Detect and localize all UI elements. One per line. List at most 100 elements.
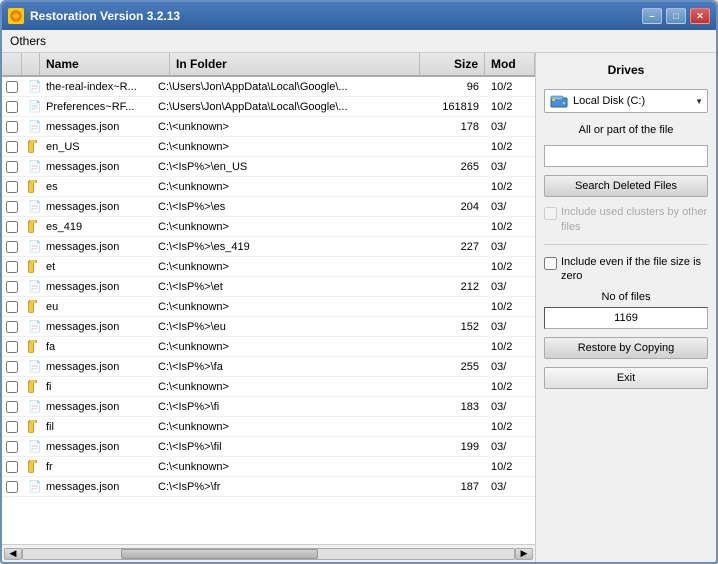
table-row[interactable]: euC:\<unknown>10/2 [2,297,535,317]
col-size-header[interactable]: Size [420,53,485,75]
cell-folder: C:\Users\Jon\AppData\Local\Google\... [152,100,420,114]
table-row[interactable]: faC:\<unknown>10/2 [2,337,535,357]
cell-mod: 03/ [485,440,535,454]
cell-size: 178 [420,120,485,134]
row-checkbox[interactable] [6,201,18,213]
cell-mod: 10/2 [485,420,535,434]
folder-icon [28,221,34,233]
menu-others[interactable]: Others [10,34,46,48]
include-used-clusters-label: Include used clusters by other files [561,205,708,234]
table-row[interactable]: es_419C:\<unknown>10/2 [2,217,535,237]
table-row[interactable]: 📄messages.jsonC:\<IsP%>\eu15203/ [2,317,535,337]
cell-name: messages.json [40,280,152,294]
row-checkbox[interactable] [6,421,18,433]
cell-folder: C:\<unknown> [152,460,420,474]
h-scrollbar-track[interactable] [22,548,515,560]
cell-size [420,426,485,428]
row-checkbox[interactable] [6,261,18,273]
table-row[interactable]: 📄messages.jsonC:\<IsP%>\fa25503/ [2,357,535,377]
table-row[interactable]: 📄messages.jsonC:\<IsP%>\fr18703/ [2,477,535,497]
row-checkbox[interactable] [6,381,18,393]
table-row[interactable]: 📄messages.jsonC:\<IsP%>\fil19903/ [2,437,535,457]
window-controls: – □ ✕ [642,8,710,24]
table-row[interactable]: etC:\<unknown>10/2 [2,257,535,277]
table-row[interactable]: frC:\<unknown>10/2 [2,457,535,477]
row-checkbox[interactable] [6,461,18,473]
cell-mod: 03/ [485,240,535,254]
include-zero-size-checkbox[interactable] [544,257,557,270]
row-checkbox[interactable] [6,141,18,153]
folder-icon [28,341,34,353]
scroll-right-btn[interactable]: ▶ [515,548,533,560]
cell-name: messages.json [40,320,152,334]
row-checkbox[interactable] [6,161,18,173]
table-row[interactable]: 📄Preferences~RF...C:\Users\Jon\AppData\L… [2,97,535,117]
row-checkbox[interactable] [6,241,18,253]
file-icon: 📄 [28,280,40,294]
cell-name: messages.json [40,400,152,414]
content-area: Name In Folder Size Mod 📄the-real-index~… [2,53,716,562]
col-folder-header[interactable]: In Folder [170,53,420,75]
row-checkbox[interactable] [6,221,18,233]
cell-name: fr [40,460,152,474]
row-checkbox[interactable] [6,321,18,333]
table-row[interactable]: esC:\<unknown>10/2 [2,177,535,197]
table-row[interactable]: filC:\<unknown>10/2 [2,417,535,437]
col-mod-header[interactable]: Mod [485,53,535,75]
minimize-button[interactable]: – [642,8,662,24]
cell-size: 212 [420,280,485,294]
table-row[interactable]: 📄the-real-index~R...C:\Users\Jon\AppData… [2,77,535,97]
table-row[interactable]: 📄messages.jsonC:\<unknown>17803/ [2,117,535,137]
maximize-button[interactable]: □ [666,8,686,24]
search-deleted-files-button[interactable]: Search Deleted Files [544,175,708,197]
table-row[interactable]: 📄messages.jsonC:\<IsP%>\es_41922703/ [2,237,535,257]
main-window: Restoration Version 3.2.13 – □ ✕ Others … [0,0,718,564]
exit-button[interactable]: Exit [544,367,708,389]
table-body[interactable]: 📄the-real-index~R...C:\Users\Jon\AppData… [2,77,535,544]
scroll-left-btn[interactable]: ◀ [4,548,22,560]
horizontal-scrollbar[interactable]: ◀ ▶ [2,544,535,562]
cell-size [420,266,485,268]
cell-mod: 03/ [485,360,535,374]
file-filter-input[interactable] [544,145,708,167]
col-name-header[interactable]: Name [40,53,170,75]
table-row[interactable]: 📄messages.jsonC:\<IsP%>\et21203/ [2,277,535,297]
table-row[interactable]: en_USC:\<unknown>10/2 [2,137,535,157]
row-checkbox[interactable] [6,301,18,313]
files-count-value: 1169 [544,307,708,329]
include-used-clusters-checkbox[interactable] [544,207,557,220]
include-zero-size-label: Include even if the file size is zero [561,255,708,284]
cell-name: messages.json [40,440,152,454]
close-button[interactable]: ✕ [690,8,710,24]
table-row[interactable]: 📄messages.jsonC:\<IsP%>\es20403/ [2,197,535,217]
cell-size: 255 [420,360,485,374]
row-checkbox[interactable] [6,441,18,453]
cell-size: 161819 [420,100,485,114]
table-row[interactable]: 📄messages.jsonC:\<IsP%>\en_US26503/ [2,157,535,177]
row-checkbox[interactable] [6,281,18,293]
table-row[interactable]: fiC:\<unknown>10/2 [2,377,535,397]
restore-by-copying-button[interactable]: Restore by Copying [544,337,708,359]
cell-mod: 10/2 [485,220,535,234]
cell-folder: C:\Users\Jon\AppData\Local\Google\... [152,80,420,94]
drive-selector[interactable]: Local Disk (C:) ▼ [544,89,708,113]
cell-mod: 03/ [485,320,535,334]
cell-mod: 03/ [485,200,535,214]
drives-section-title: Drives [544,63,708,77]
row-checkbox[interactable] [6,401,18,413]
h-scrollbar-thumb[interactable] [121,549,317,559]
row-checkbox[interactable] [6,101,18,113]
cell-folder: C:\<IsP%>\fr [152,480,420,494]
table-row[interactable]: 📄messages.jsonC:\<IsP%>\fi18303/ [2,397,535,417]
row-checkbox[interactable] [6,181,18,193]
drive-icon [549,93,569,109]
cell-size [420,146,485,148]
row-checkbox[interactable] [6,341,18,353]
drive-label: Local Disk (C:) [573,95,691,107]
folder-icon [28,261,34,273]
row-checkbox[interactable] [6,81,18,93]
row-checkbox[interactable] [6,481,18,493]
row-checkbox[interactable] [6,121,18,133]
row-checkbox[interactable] [6,361,18,373]
drive-dropdown-arrow[interactable]: ▼ [695,97,703,106]
